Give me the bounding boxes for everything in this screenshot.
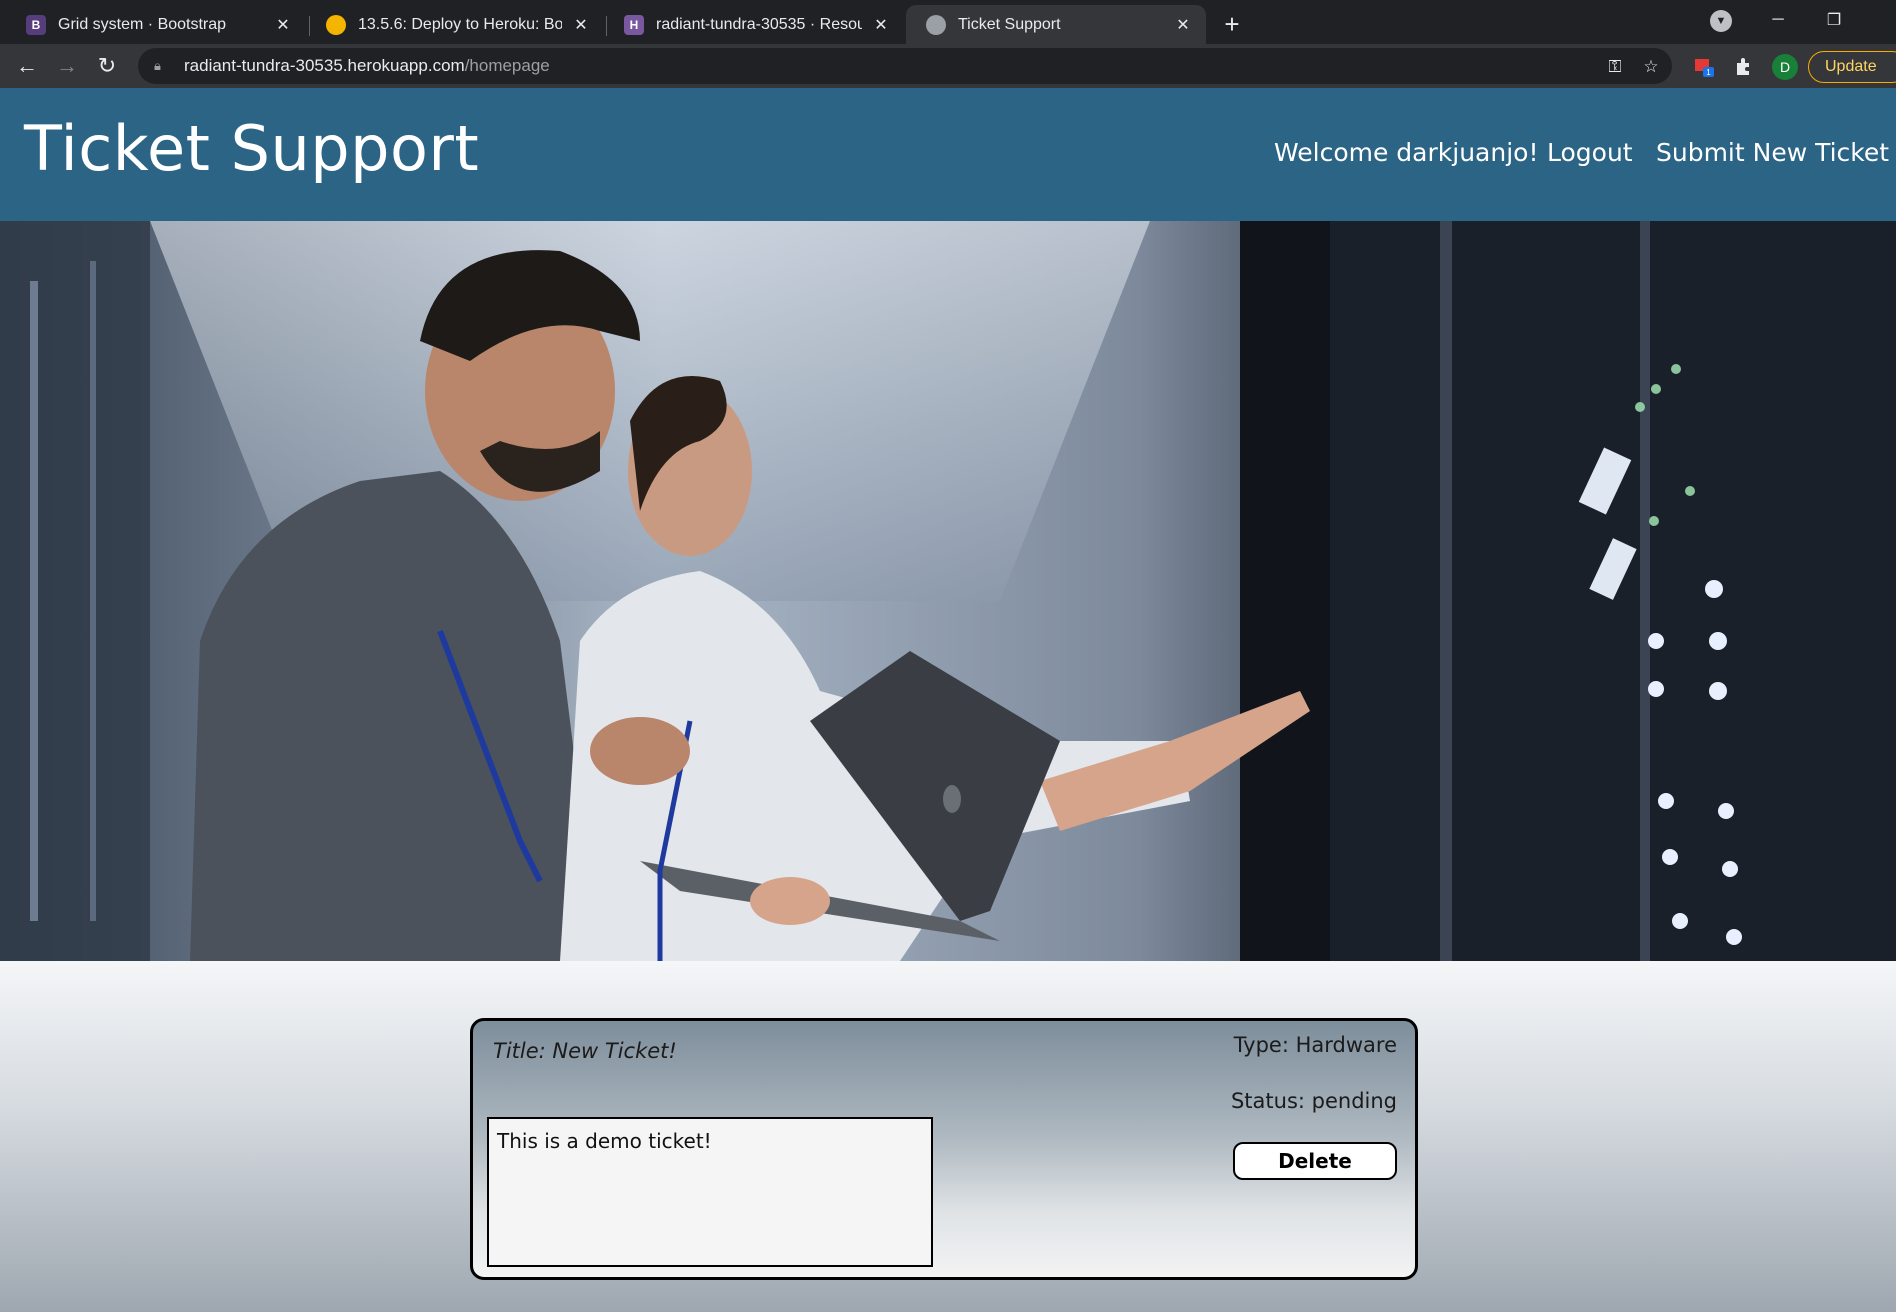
tab-ticket-support[interactable]: Ticket Support ✕ — [906, 5, 1206, 44]
tab-title: 13.5.6: Deploy to Heroku: Bootca — [358, 15, 562, 33]
reload-icon[interactable]: ↻ — [92, 51, 122, 81]
tab-bootstrap[interactable]: B Grid system · Bootstrap ✕ — [6, 5, 306, 44]
extension-icon[interactable]: 1 — [1692, 54, 1716, 78]
ticket-title: Title: New Ticket! — [493, 1039, 677, 1063]
tab-strip: B Grid system · Bootstrap ✕ 13.5.6: Depl… — [0, 0, 1896, 44]
ticket-description: This is a demo ticket! — [487, 1117, 933, 1267]
ticket-status: Status: pending — [1230, 1089, 1397, 1113]
profile-avatar[interactable]: D — [1772, 54, 1798, 80]
logout-link[interactable]: Logout — [1547, 138, 1633, 167]
bootcamp-favicon-icon — [326, 14, 346, 35]
new-tab-button[interactable]: + — [1216, 8, 1248, 40]
browser-toolbar: ← → ↻ 🔒︎ radiant-tundra-30535.herokuapp.… — [0, 44, 1896, 88]
key-icon[interactable]: ⚿ — [1604, 56, 1626, 78]
site-header: Ticket Support Welcome darkjuanjo! Logou… — [0, 88, 1896, 221]
page-viewport: Ticket Support Welcome darkjuanjo! Logou… — [0, 88, 1896, 1312]
tab-title: Grid system · Bootstrap — [58, 15, 227, 33]
close-tab-icon[interactable]: ✕ — [870, 14, 892, 36]
close-tab-icon[interactable]: ✕ — [272, 14, 294, 36]
ticket-section: Title: New Ticket! Type: Hardware Status… — [0, 961, 1896, 1312]
close-tab-icon[interactable]: ✕ — [1172, 14, 1194, 36]
hero-image — [0, 221, 1896, 961]
address-bar[interactable]: 🔒︎ radiant-tundra-30535.herokuapp.com/ho… — [138, 48, 1672, 84]
tab-bootcamp[interactable]: 13.5.6: Deploy to Heroku: Bootca ✕ — [306, 5, 604, 44]
close-tab-icon[interactable]: ✕ — [570, 14, 592, 36]
tab-search-icon[interactable]: ▼ — [1710, 10, 1732, 32]
puzzle-extensions-icon[interactable] — [1732, 54, 1756, 78]
restore-button[interactable]: ❐ — [1806, 0, 1862, 40]
tab-title: radiant-tundra-30535 · Resources — [656, 15, 862, 33]
heroku-favicon-icon: H — [624, 14, 644, 35]
url-path: /homepage — [464, 56, 550, 75]
ticket-card: Title: New Ticket! Type: Hardware Status… — [470, 1018, 1418, 1280]
back-icon[interactable]: ← — [12, 51, 42, 81]
submit-new-ticket-link[interactable]: Submit New Ticket — [1656, 138, 1889, 167]
minimize-button[interactable]: ─ — [1750, 0, 1806, 40]
bootstrap-favicon-icon: B — [26, 14, 46, 35]
welcome-text: Welcome darkjuanjo! — [1274, 138, 1539, 167]
tab-title: Ticket Support — [958, 15, 1061, 33]
forward-icon[interactable]: → — [52, 51, 82, 81]
update-button[interactable]: Update — [1808, 51, 1896, 83]
tab-heroku[interactable]: H radiant-tundra-30535 · Resources ✕ — [604, 5, 904, 44]
url-host: radiant-tundra-30535.herokuapp.com — [184, 56, 465, 75]
site-title: Ticket Support — [24, 112, 480, 185]
bookmark-star-icon[interactable]: ☆ — [1640, 56, 1662, 78]
delete-button[interactable]: Delete — [1233, 1142, 1397, 1180]
ticket-type: Type: Hardware — [1233, 1033, 1397, 1057]
extension-badge: 1 — [1706, 68, 1711, 77]
lock-icon[interactable]: 🔒︎ — [154, 58, 168, 73]
globe-icon — [926, 14, 946, 35]
